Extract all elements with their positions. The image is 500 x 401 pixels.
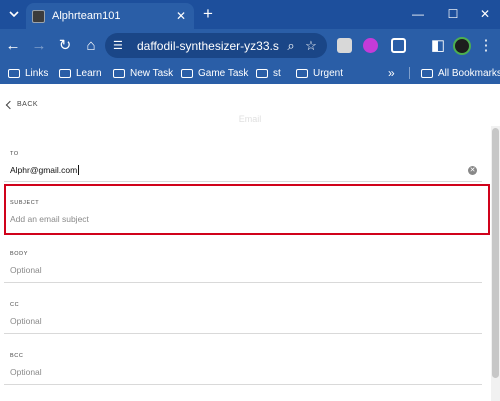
extensions-puzzle-icon[interactable] bbox=[391, 38, 406, 53]
to-value: Alphr@gmail.com bbox=[10, 165, 78, 175]
body-underline bbox=[4, 282, 482, 283]
bookmark-folder[interactable]: Learn bbox=[59, 62, 102, 84]
bookmark-label: st bbox=[273, 67, 281, 79]
bookmark-label: New Task bbox=[130, 67, 174, 79]
folder-icon bbox=[59, 68, 71, 78]
bookmark-folder[interactable]: Links bbox=[8, 62, 48, 84]
bookmark-label: Game Task bbox=[198, 67, 249, 79]
bookmarks-bar: Links Learn New Task Game Task st Urgent… bbox=[0, 62, 500, 84]
bookmark-label: Learn bbox=[76, 67, 102, 79]
tab-search-button[interactable] bbox=[5, 6, 23, 22]
bookmark-star-icon[interactable]: ☆ bbox=[303, 38, 319, 54]
browser-title-bar: Alphrteam101 ✕ + — ☐ ✕ bbox=[0, 0, 500, 29]
new-tab-button[interactable]: + bbox=[199, 5, 217, 23]
bookmark-label: All Bookmarks bbox=[438, 67, 500, 79]
url-text[interactable]: daffodil-synthesizer-yz33.squ... bbox=[137, 39, 279, 53]
folder-icon bbox=[113, 68, 125, 78]
minimize-button[interactable]: — bbox=[408, 4, 428, 24]
to-label: TO bbox=[10, 151, 19, 157]
body-label: BODY bbox=[10, 251, 28, 257]
reload-icon[interactable]: ↻ bbox=[55, 36, 75, 56]
text-caret bbox=[78, 165, 80, 175]
folder-icon bbox=[8, 68, 20, 78]
extension-icon[interactable] bbox=[363, 38, 378, 53]
subject-label: SUBJECT bbox=[10, 200, 40, 206]
close-window-button[interactable]: ✕ bbox=[475, 4, 495, 24]
subject-field[interactable]: Add an email subject bbox=[10, 214, 89, 224]
folder-icon bbox=[256, 68, 268, 78]
bookmark-folder[interactable]: Game Task bbox=[181, 62, 248, 84]
tab-title: Alphrteam101 bbox=[52, 10, 121, 22]
bcc-label: BCC bbox=[10, 353, 24, 359]
home-icon[interactable]: ⌂ bbox=[81, 36, 101, 56]
profile-avatar[interactable] bbox=[453, 37, 471, 55]
email-form-page: BACK Email TO Alphr@gmail.com ✕ SUBJECT … bbox=[0, 84, 500, 401]
folder-icon bbox=[421, 68, 433, 78]
bookmark-label: Urgent bbox=[313, 67, 344, 79]
menu-kebab-icon[interactable]: ⋮ bbox=[476, 36, 496, 56]
scrollbar-thumb[interactable] bbox=[492, 128, 499, 378]
bookmark-folder[interactable]: New Task bbox=[113, 62, 173, 84]
browser-toolbar: ← → ↻ ⌂ ☰ daffodil-synthesizer-yz33.squ.… bbox=[0, 29, 500, 62]
page-title: Email bbox=[238, 114, 262, 124]
browser-tab[interactable]: Alphrteam101 ✕ bbox=[26, 3, 194, 29]
maximize-button[interactable]: ☐ bbox=[443, 4, 463, 24]
cc-underline bbox=[4, 333, 482, 334]
cc-label: CC bbox=[10, 302, 20, 308]
to-underline bbox=[4, 181, 482, 182]
back-button[interactable]: BACK bbox=[5, 100, 39, 109]
forward-arrow-icon[interactable]: → bbox=[29, 36, 49, 56]
chevron-down-icon bbox=[9, 11, 19, 17]
bookmark-folder[interactable]: st bbox=[256, 62, 281, 84]
clear-icon[interactable]: ✕ bbox=[468, 166, 477, 175]
all-bookmarks-folder[interactable]: All Bookmarks bbox=[421, 62, 500, 84]
zoom-search-icon[interactable]: ⌕ bbox=[283, 38, 299, 54]
back-label: BACK bbox=[17, 101, 39, 108]
subject-highlight-box bbox=[4, 184, 490, 235]
folder-icon bbox=[296, 68, 308, 78]
bookmarks-divider bbox=[409, 67, 410, 79]
site-favicon-icon bbox=[32, 9, 45, 23]
bookmarks-overflow-button[interactable]: » bbox=[388, 62, 395, 84]
cc-field[interactable]: Optional bbox=[10, 316, 42, 326]
folder-icon bbox=[181, 68, 193, 78]
close-tab-icon[interactable]: ✕ bbox=[174, 9, 188, 23]
address-bar[interactable]: ☰ daffodil-synthesizer-yz33.squ... ⌕ ☆ bbox=[105, 33, 327, 58]
bookmark-folder[interactable]: Urgent bbox=[296, 62, 343, 84]
site-settings-icon[interactable]: ☰ bbox=[113, 39, 127, 52]
bcc-underline bbox=[4, 384, 482, 385]
side-panel-icon[interactable]: ◧ bbox=[428, 36, 448, 56]
body-field[interactable]: Optional bbox=[10, 265, 42, 275]
to-field[interactable]: Alphr@gmail.com bbox=[10, 165, 80, 175]
chevron-left-icon bbox=[5, 100, 15, 109]
extension-icon[interactable] bbox=[337, 38, 352, 53]
bookmark-label: Links bbox=[25, 67, 49, 79]
bcc-field[interactable]: Optional bbox=[10, 367, 42, 377]
back-arrow-icon[interactable]: ← bbox=[3, 36, 23, 56]
